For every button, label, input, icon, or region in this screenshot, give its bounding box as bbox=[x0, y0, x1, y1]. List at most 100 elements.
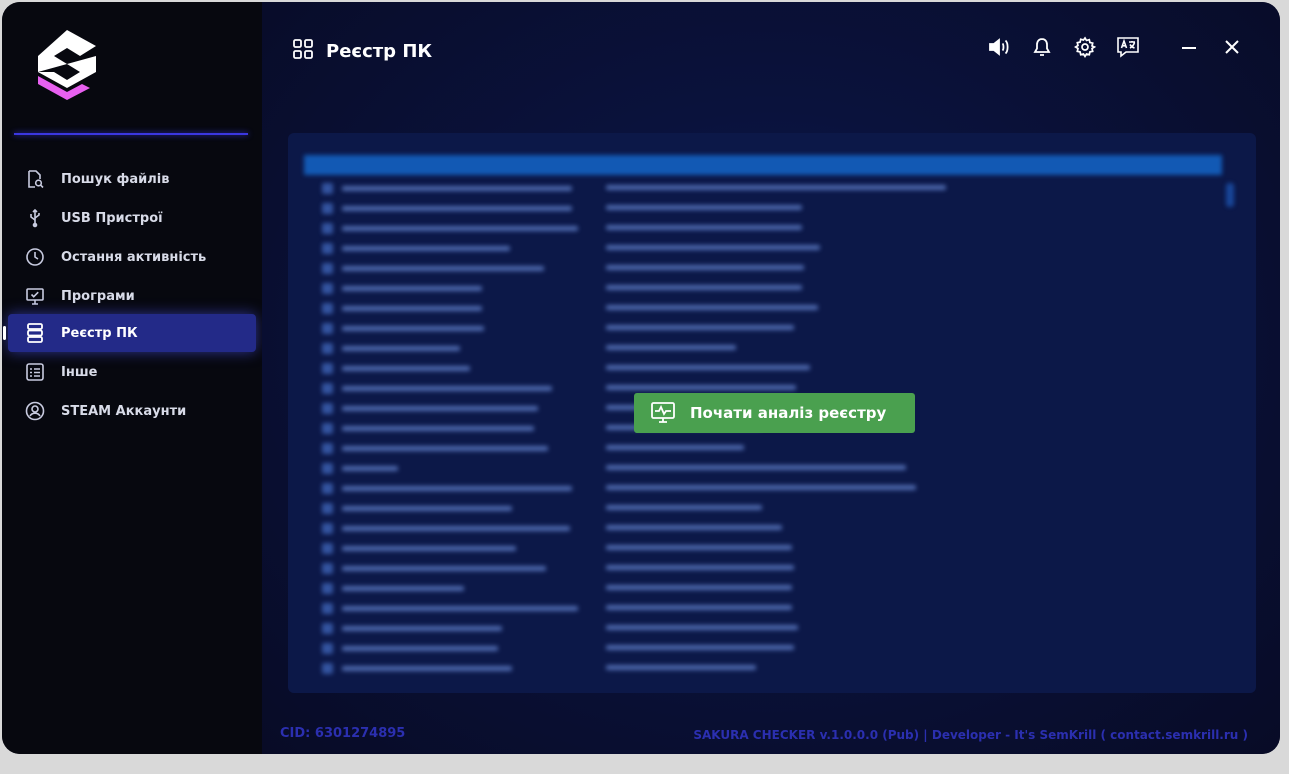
row-icon bbox=[322, 523, 333, 534]
row-path-placeholder bbox=[606, 565, 794, 570]
row-icon bbox=[322, 363, 333, 374]
row-path-placeholder bbox=[606, 665, 756, 670]
table-row bbox=[322, 318, 1222, 338]
row-icon bbox=[322, 583, 333, 594]
row-name-placeholder bbox=[342, 466, 398, 471]
sidebar-item-other[interactable]: Інше bbox=[8, 353, 256, 391]
row-name-placeholder bbox=[342, 226, 578, 231]
row-name-placeholder bbox=[342, 586, 464, 591]
grid-icon bbox=[292, 38, 314, 64]
database-icon bbox=[24, 322, 46, 344]
sidebar-item-recent-activity[interactable]: Остання активність bbox=[8, 238, 256, 276]
sidebar-item-label: STEAM Аккаунти bbox=[61, 403, 187, 419]
row-path-placeholder bbox=[606, 185, 946, 190]
row-path-placeholder bbox=[606, 505, 762, 510]
table-row bbox=[322, 198, 1222, 218]
row-icon bbox=[322, 443, 333, 454]
file-search-icon bbox=[24, 168, 46, 190]
table-row bbox=[322, 538, 1222, 558]
sidebar-item-steam-accounts[interactable]: STEAM Аккаунти bbox=[8, 392, 256, 430]
row-name-placeholder bbox=[342, 186, 572, 191]
list-icon bbox=[24, 361, 46, 383]
row-name-placeholder bbox=[342, 526, 570, 531]
row-name-placeholder bbox=[342, 446, 548, 451]
row-path-placeholder bbox=[606, 205, 802, 210]
table-row bbox=[322, 518, 1222, 538]
table-row bbox=[322, 438, 1222, 458]
row-name-placeholder bbox=[342, 546, 516, 551]
row-icon bbox=[322, 663, 333, 674]
row-icon bbox=[322, 243, 333, 254]
minimize-icon[interactable] bbox=[1177, 35, 1201, 59]
row-icon bbox=[322, 323, 333, 334]
sidebar-item-label: USB Пристрої bbox=[61, 210, 163, 226]
bell-icon[interactable] bbox=[1030, 35, 1054, 59]
sidebar-item-registry[interactable]: Реєстр ПК bbox=[3, 314, 256, 352]
row-path-placeholder bbox=[606, 485, 916, 490]
table-row bbox=[322, 598, 1222, 618]
row-path-placeholder bbox=[606, 645, 794, 650]
row-name-placeholder bbox=[342, 326, 484, 331]
monitor-check-icon bbox=[24, 285, 46, 307]
main-content: Реєстр ПК Почати аналіз реєстру CID: 630… bbox=[262, 2, 1280, 754]
table-row bbox=[322, 218, 1222, 238]
user-circle-icon bbox=[24, 400, 46, 422]
start-button-label: Почати аналіз реєстру bbox=[690, 404, 887, 422]
table-row bbox=[322, 498, 1222, 518]
row-icon bbox=[322, 283, 333, 294]
usb-icon bbox=[24, 207, 46, 229]
row-path-placeholder bbox=[606, 285, 802, 290]
row-icon bbox=[322, 343, 333, 354]
row-icon bbox=[322, 463, 333, 474]
row-name-placeholder bbox=[342, 206, 572, 211]
app-logo bbox=[32, 26, 102, 104]
sidebar: Пошук файлів USB Пристрої Остання активн… bbox=[2, 2, 262, 754]
row-icon bbox=[322, 423, 333, 434]
row-path-placeholder bbox=[606, 385, 796, 390]
row-path-placeholder bbox=[606, 365, 810, 370]
close-icon[interactable] bbox=[1220, 35, 1244, 59]
clock-icon bbox=[24, 246, 46, 268]
table-row bbox=[322, 358, 1222, 378]
row-icon bbox=[322, 183, 333, 194]
row-path-placeholder bbox=[606, 245, 820, 250]
row-name-placeholder bbox=[342, 406, 538, 411]
table-row bbox=[322, 238, 1222, 258]
table-row bbox=[322, 578, 1222, 598]
row-name-placeholder bbox=[342, 666, 512, 671]
row-path-placeholder bbox=[606, 225, 802, 230]
row-icon bbox=[322, 623, 333, 634]
row-path-placeholder bbox=[606, 345, 736, 350]
table-row bbox=[322, 178, 1222, 198]
row-name-placeholder bbox=[342, 246, 510, 251]
table-header bbox=[304, 155, 1222, 175]
row-icon bbox=[322, 223, 333, 234]
table-row bbox=[322, 298, 1222, 318]
row-icon bbox=[322, 503, 333, 514]
window-toolbar bbox=[968, 35, 1244, 59]
sidebar-item-file-search[interactable]: Пошук файлів bbox=[8, 160, 256, 198]
table-scrollbar[interactable] bbox=[1226, 183, 1234, 207]
row-name-placeholder bbox=[342, 366, 470, 371]
row-icon bbox=[322, 303, 333, 314]
row-path-placeholder bbox=[606, 605, 792, 610]
row-name-placeholder bbox=[342, 646, 498, 651]
row-name-placeholder bbox=[342, 486, 572, 491]
start-registry-analysis-button[interactable]: Почати аналіз реєстру bbox=[634, 393, 915, 433]
row-name-placeholder bbox=[342, 426, 534, 431]
translate-icon[interactable] bbox=[1116, 35, 1140, 59]
row-icon bbox=[322, 403, 333, 414]
row-icon bbox=[322, 563, 333, 574]
row-icon bbox=[322, 603, 333, 614]
gear-icon[interactable] bbox=[1073, 35, 1097, 59]
sidebar-item-label: Інше bbox=[61, 364, 98, 380]
row-path-placeholder bbox=[606, 325, 794, 330]
sidebar-item-usb[interactable]: USB Пристрої bbox=[8, 199, 256, 237]
sidebar-item-programs[interactable]: Програми bbox=[8, 277, 256, 315]
page-header: Реєстр ПК bbox=[292, 38, 432, 64]
row-path-placeholder bbox=[606, 525, 782, 530]
row-icon bbox=[322, 483, 333, 494]
row-name-placeholder bbox=[342, 306, 482, 311]
row-name-placeholder bbox=[342, 626, 502, 631]
volume-icon[interactable] bbox=[987, 35, 1011, 59]
